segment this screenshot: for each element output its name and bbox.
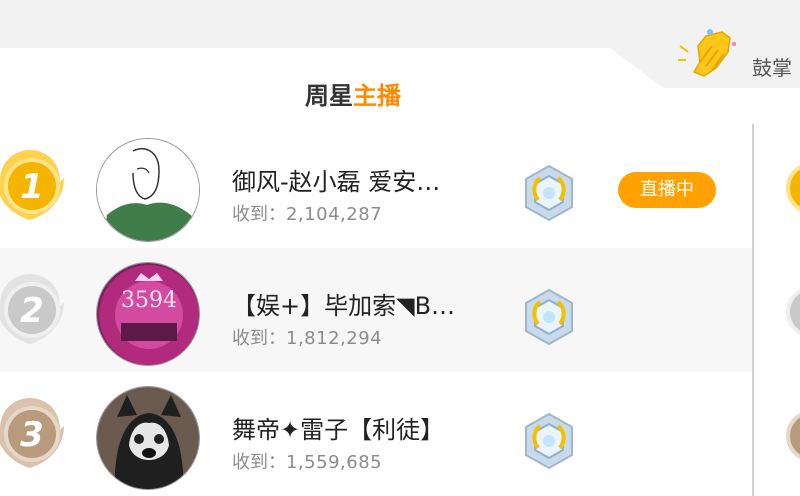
bronze-medal-icon bbox=[786, 412, 800, 460]
crystal-badge-icon bbox=[525, 164, 573, 222]
avatar[interactable] bbox=[96, 138, 200, 242]
crystal-badge-icon bbox=[525, 288, 573, 346]
weekly-star-list: 1 御风-赵小磊 爱安… 收到：2,104,287 直播中 2 3594 【娱+… bbox=[0, 124, 752, 496]
received-amount: 收到：2,104,287 bbox=[232, 200, 382, 226]
avatar[interactable]: 3594 bbox=[96, 262, 200, 366]
received-label: 收到： bbox=[232, 204, 286, 225]
amount-value: 1,812,294 bbox=[286, 328, 383, 349]
list-item[interactable]: 2 3594 【娱+】毕加索◥B… 收到：1,812,294 bbox=[0, 248, 752, 372]
next-column-partial bbox=[754, 124, 800, 496]
amount-value: 2,104,287 bbox=[286, 204, 383, 225]
rank-number: 1 bbox=[20, 167, 44, 207]
list-item[interactable]: 1 御风-赵小磊 爱安… 收到：2,104,287 直播中 bbox=[0, 124, 752, 248]
clapping-hands-icon bbox=[678, 29, 736, 77]
title-prefix: 周星 bbox=[305, 82, 353, 110]
live-button[interactable]: 直播中 bbox=[618, 172, 716, 208]
page-title[interactable]: 周星主播 bbox=[0, 76, 706, 111]
silver-medal-icon bbox=[786, 288, 800, 336]
bronze-medal-icon: 3 bbox=[0, 398, 64, 468]
streamer-name[interactable]: 【娱+】毕加索◥B… bbox=[232, 286, 472, 321]
clap-button[interactable]: 鼓掌 bbox=[676, 22, 800, 84]
received-amount: 收到：1,812,294 bbox=[232, 324, 382, 350]
list-item[interactable]: 3 舞帝✦雷子【利徒】 收到：1,559,685 bbox=[0, 372, 752, 496]
silver-medal-icon: 2 bbox=[0, 274, 64, 344]
rank-number: 3 bbox=[20, 415, 44, 455]
amount-value: 1,559,685 bbox=[286, 452, 383, 473]
crystal-badge-icon bbox=[525, 412, 573, 470]
received-amount: 收到：1,559,685 bbox=[232, 448, 382, 474]
received-label: 收到： bbox=[232, 452, 286, 473]
streamer-name[interactable]: 御风-赵小磊 爱安… bbox=[232, 162, 472, 197]
rank-number: 2 bbox=[20, 291, 44, 331]
streamer-name[interactable]: 舞帝✦雷子【利徒】 bbox=[232, 410, 472, 445]
gold-medal-icon bbox=[786, 164, 800, 212]
received-label: 收到： bbox=[232, 328, 286, 349]
title-accent: 主播 bbox=[353, 82, 401, 110]
clap-label: 鼓掌 bbox=[752, 56, 792, 80]
svg-text:3594: 3594 bbox=[121, 288, 177, 313]
avatar[interactable] bbox=[96, 386, 200, 490]
gold-medal-icon: 1 bbox=[0, 150, 64, 220]
